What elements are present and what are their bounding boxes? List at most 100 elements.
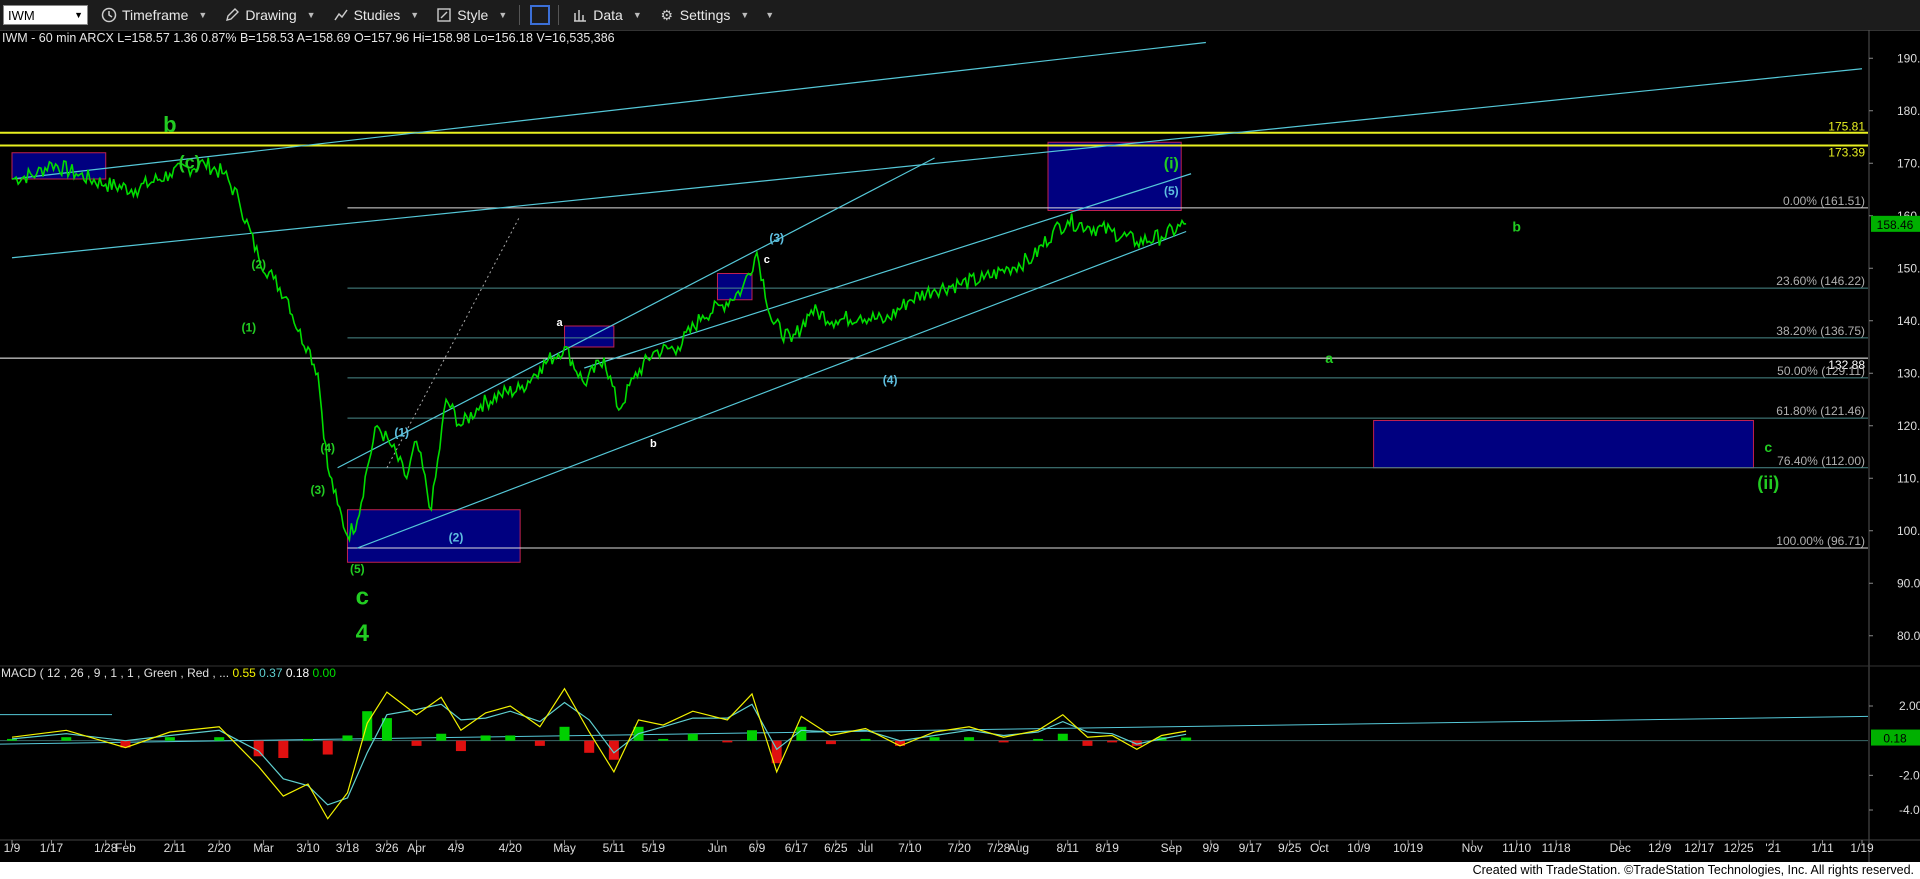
wave-label: (ii) (1757, 473, 1779, 493)
style-button[interactable]: Style ▼ (431, 3, 511, 27)
macd-histogram-bar (1057, 733, 1068, 741)
wave-label: c (1764, 439, 1772, 455)
x-tick-label: Apr (407, 841, 426, 855)
macd-histogram-bar (214, 737, 225, 741)
x-tick-label: Dec (1610, 841, 1631, 855)
macd-histogram-bar (505, 735, 516, 741)
clock-icon (100, 6, 118, 24)
x-tick-label: 9/25 (1278, 841, 1302, 855)
wave-label: a (557, 317, 564, 329)
x-tick-label: '21 (1765, 841, 1781, 855)
trendlines (11, 41, 1863, 549)
macd-histogram-bar (825, 740, 836, 745)
price-chart[interactable]: 175.81173.39132.880.00% (161.51)23.60% (… (0, 30, 1920, 862)
timeframe-button[interactable]: Timeframe ▼ (96, 3, 211, 27)
target-boxes (11, 141, 1754, 563)
x-tick-label: 6/9 (749, 841, 766, 855)
macd-histogram-bar (747, 730, 757, 741)
macd-histogram-bar (253, 740, 264, 757)
chevron-down-icon: ▼ (198, 10, 208, 20)
data-icon (571, 6, 589, 24)
chevron-down-icon: ▼ (765, 10, 775, 20)
x-tick-label: 7/10 (898, 841, 922, 855)
toolbar-overflow-button[interactable]: ▼ (761, 3, 778, 27)
macd-histogram-bar (1033, 738, 1044, 741)
level-label: 173.39 (1828, 145, 1865, 159)
macd-histogram-bar (278, 740, 289, 758)
price-series (11, 157, 1187, 543)
y-tick-label: 130.00 (1897, 366, 1920, 380)
macd-value-4: 0.00 (312, 666, 336, 680)
x-tick-label: 4/9 (448, 841, 465, 855)
wave-label: a (1325, 350, 1333, 366)
wave-label: (2) (449, 530, 464, 544)
style-icon (435, 6, 453, 24)
x-tick-label: Jul (858, 841, 873, 855)
x-tick-label: 9/17 (1239, 841, 1263, 855)
toolbar-divider (558, 5, 560, 25)
x-tick-label: Aug (1008, 841, 1029, 855)
studies-button[interactable]: Studies ▼ (328, 3, 424, 27)
wave-label: (5) (1164, 184, 1179, 198)
macd-study-name: MACD ( 12 , 26 , 9 , 1 , 1 , Green , Red… (1, 666, 230, 680)
wave-label: (4) (883, 373, 898, 387)
x-tick-label: 10/19 (1393, 841, 1423, 855)
x-tick-label: 2/20 (208, 841, 232, 855)
fib-level-label: 23.60% (146.22) (1776, 274, 1865, 288)
chart-toolbar: IWM ▼ Timeframe ▼ Drawing ▼ Studies ▼ St… (0, 0, 1920, 31)
macd-histogram-bar (722, 740, 733, 743)
fib-level-label: 38.20% (136.75) (1776, 324, 1865, 338)
target-box (1047, 141, 1182, 211)
wave-label: (3) (769, 231, 784, 245)
x-tick-label: 12/9 (1648, 841, 1672, 855)
macd-value-3: 0.18 (285, 666, 310, 680)
macd-histogram-bar (687, 733, 698, 741)
settings-button[interactable]: ⚙ Settings ▼ (654, 3, 754, 27)
x-tick-label: 6/17 (785, 841, 809, 855)
data-label: Data (593, 7, 623, 23)
macd-histogram-bar (1107, 740, 1118, 743)
x-tick-label: 5/11 (603, 841, 626, 855)
y-tick-label: 190.00 (1897, 51, 1920, 65)
layout-icon[interactable] (530, 5, 551, 25)
y-tick-label: 80.00 (1897, 629, 1920, 643)
data-button[interactable]: Data ▼ (567, 3, 646, 27)
chevron-down-icon: ▼ (740, 10, 750, 20)
x-tick-label: Nov (1462, 841, 1483, 855)
macd-histogram-bar (559, 726, 570, 741)
wave-label: b (1512, 219, 1521, 235)
x-tick-label: 10/9 (1347, 841, 1371, 855)
price-line (11, 157, 1187, 543)
wave-label: b (650, 438, 657, 450)
macd-histogram-bar (534, 740, 545, 746)
macd-histogram-bar (998, 740, 1009, 743)
target-box (11, 152, 107, 180)
macd-y-tick-label: 2.00 (1899, 699, 1920, 713)
x-tick-label: 9/9 (1202, 841, 1219, 855)
gear-icon: ⚙ (660, 6, 674, 23)
fib-level-label: 61.80% (121.46) (1776, 404, 1865, 418)
macd-histogram-bar (1082, 740, 1093, 746)
wave-label: (3) (311, 483, 326, 497)
macd-line (11, 687, 1187, 820)
symbol-selector[interactable]: IWM ▼ (3, 5, 88, 25)
macd-legend: MACD ( 12 , 26 , 9 , 1 , 1 , Green , Red… (1, 666, 336, 680)
price-axis: 190.00180.00170.00160.00150.00140.00130.… (1869, 51, 1920, 643)
x-tick-label: 2/11 (164, 841, 187, 855)
x-tick-label: 5/19 (642, 841, 666, 855)
studies-label: Studies (353, 7, 401, 23)
x-tick-label: 6/25 (824, 841, 848, 855)
x-tick-label: 1/11 (1811, 841, 1834, 855)
drawing-button[interactable]: Drawing ▼ (219, 3, 319, 27)
style-label: Style (457, 7, 489, 23)
x-tick-label: 8/11 (1056, 841, 1079, 855)
chevron-down-icon: ▼ (74, 10, 83, 20)
target-box (1373, 420, 1754, 469)
level-label: 175.81 (1828, 120, 1865, 134)
macd-panel: 2.00 -2.00 -4.00 0.18 (0, 687, 1920, 820)
x-tick-label: 4/20 (499, 841, 523, 855)
x-tick-label: Mar (253, 841, 274, 855)
chevron-down-icon: ▼ (498, 10, 508, 20)
y-tick-label: 100.00 (1897, 524, 1920, 538)
wave-label: (1) (241, 320, 256, 334)
